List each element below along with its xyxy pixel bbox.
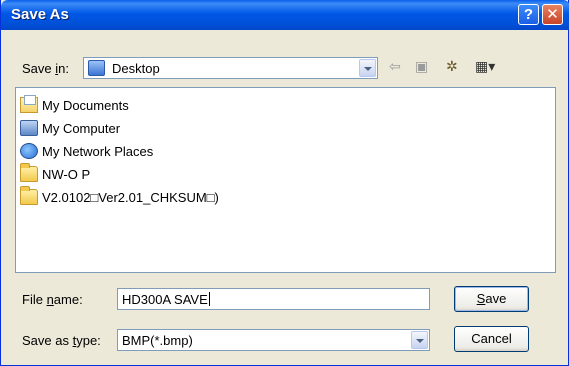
back-arrow-icon[interactable]: ⇦ (389, 58, 401, 78)
list-item-label: My Network Places (42, 144, 154, 159)
file-list[interactable]: My Documents My Computer My Network Plac… (15, 87, 556, 273)
chevron-down-icon[interactable] (359, 59, 376, 77)
file-name-input[interactable]: HD300A SAVE (117, 288, 430, 310)
view-menu-icon[interactable]: ▦▾ (475, 58, 495, 78)
save-as-type-dropdown[interactable]: BMP(*.bmp) (117, 329, 430, 351)
file-name-text: HD300A SAVE (122, 292, 208, 307)
save-as-type-label-prefix: Save as (22, 333, 73, 348)
save-in-value: Desktop (112, 61, 160, 76)
list-item-label: My Documents (42, 98, 129, 113)
new-folder-icon[interactable]: ✲ (446, 58, 458, 78)
save-button-label: ave (485, 291, 507, 306)
chevron-down-icon[interactable] (411, 331, 428, 349)
save-button[interactable]: Save (454, 286, 529, 312)
save-in-label-prefix: Save (22, 61, 56, 76)
file-name-label-accel: n (46, 292, 54, 307)
save-in-label-suffix: n: (58, 61, 69, 76)
desktop-icon (88, 60, 105, 76)
text-caret (208, 292, 210, 306)
save-as-type-label: Save as type: (22, 333, 101, 348)
cancel-button[interactable]: Cancel (454, 326, 529, 352)
list-item-label: V2.0102□Ver2.01_CHKSUM□) (42, 190, 219, 205)
file-name-label: File name: (22, 292, 83, 307)
close-button[interactable]: ✕ (542, 4, 563, 25)
dialog-title: Save As (11, 6, 69, 23)
help-button[interactable]: ? (518, 4, 539, 25)
save-in-label: Save in: (22, 61, 69, 76)
save-as-type-label-suffix: ype: (76, 333, 101, 348)
save-as-type-value: BMP(*.bmp) (122, 333, 193, 348)
list-item-label: My Computer (42, 121, 121, 136)
save-as-dialog: Save As ? ✕ Save in: Desktop ⇦ ▣ ✲ ▦▾ My… (0, 0, 569, 366)
list-item-label: NW-O P (42, 167, 91, 182)
save-in-dropdown[interactable]: Desktop (83, 57, 378, 79)
folder-icon (20, 163, 38, 182)
my-documents-icon (20, 95, 38, 113)
title-bar[interactable]: Save As ? ✕ (1, 0, 569, 30)
folder-icon (20, 186, 38, 205)
file-name-label-prefix: File (22, 292, 47, 307)
up-one-level-icon[interactable]: ▣ (415, 58, 428, 78)
file-name-label-suffix: ame: (53, 292, 83, 307)
my-computer-icon (20, 120, 38, 136)
file-name-value: HD300A SAVE (122, 292, 210, 307)
network-places-icon (20, 143, 38, 159)
